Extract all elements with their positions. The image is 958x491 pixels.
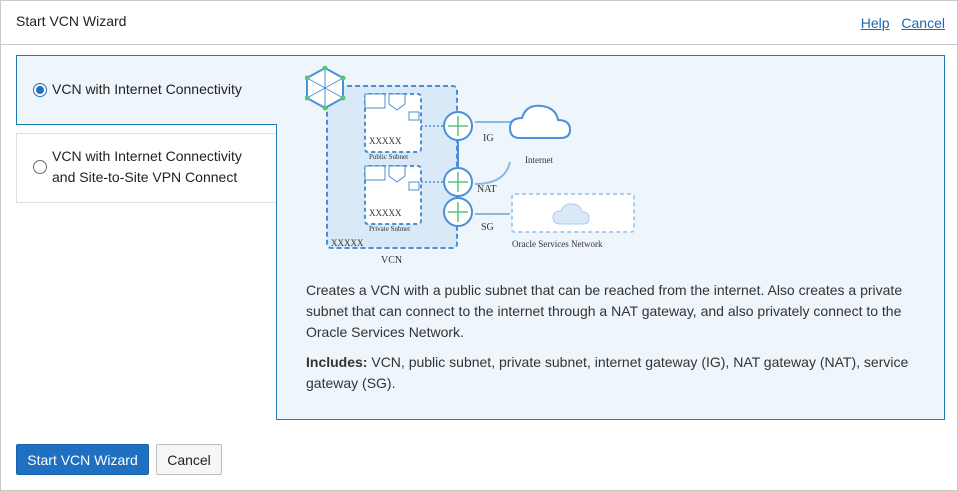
vcn-topology-diagram: XXXXX Public Subnet XXXXX Private Subnet… (305, 66, 635, 266)
option-vcn-internet[interactable]: VCN with Internet Connectivity (16, 55, 277, 125)
public-subnet-table-icon (364, 93, 386, 109)
cancel-button[interactable]: Cancel (156, 444, 222, 475)
public-subnet-cidr: XXXXX (369, 136, 402, 146)
public-subnet-lock-icon (408, 111, 420, 121)
service-gateway-icon (443, 197, 473, 227)
start-vcn-wizard-button[interactable]: Start VCN Wizard (16, 444, 149, 475)
private-subnet-lock-icon (408, 181, 420, 191)
option-details-panel: XXXXX Public Subnet XXXXX Private Subnet… (276, 55, 945, 420)
sg-label: SG (481, 222, 494, 233)
nat-gateway-icon (443, 167, 473, 197)
option-vcn-internet-vpn[interactable]: VCN with Internet Connectivity and Site-… (16, 133, 278, 203)
ig-label: IG (483, 133, 494, 144)
private-subnet-table-icon (364, 165, 386, 181)
option-includes: Includes: VCN, public subnet, private su… (306, 352, 926, 394)
option-description: Creates a VCN with a public subnet that … (306, 282, 903, 340)
public-subnet-label: Public Subnet (369, 153, 408, 161)
option-vcn-internet-label: VCN with Internet Connectivity (52, 81, 242, 97)
dialog-header: Start VCN Wizard Help Cancel (1, 1, 957, 45)
help-link[interactable]: Help (861, 15, 890, 31)
internet-gateway-icon (443, 111, 473, 141)
includes-text: VCN, public subnet, private subnet, inte… (306, 354, 909, 391)
includes-heading: Includes: (306, 354, 368, 370)
vcn-cidr: XXXXX (331, 238, 364, 248)
internet-cloud-icon (508, 104, 572, 139)
header-links: Help Cancel (853, 15, 945, 31)
dialog-title: Start VCN Wizard (16, 13, 127, 29)
start-vcn-wizard-dialog: Start VCN Wizard Help Cancel VCN with In… (0, 0, 958, 491)
private-subnet-cidr: XXXXX (369, 208, 402, 218)
internet-label: Internet (525, 155, 553, 165)
cancel-link[interactable]: Cancel (901, 15, 945, 31)
private-subnet-label: Private Subnet (369, 225, 410, 233)
option-vcn-internet-radio[interactable] (33, 83, 47, 97)
vcn-label: VCN (381, 255, 402, 266)
nat-label: NAT (477, 184, 496, 195)
option-vcn-internet-vpn-radio[interactable] (33, 160, 47, 174)
oracle-services-network-label: Oracle Services Network (512, 239, 603, 249)
option-vcn-internet-vpn-label: VCN with Internet Connectivity and Site-… (52, 148, 242, 185)
